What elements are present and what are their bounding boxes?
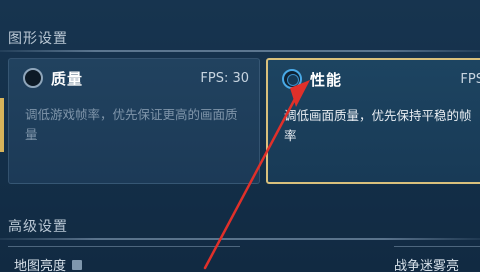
advanced-settings-title: 高级设置	[8, 219, 68, 235]
graphics-settings-title: 图形设置	[8, 31, 68, 47]
info-icon[interactable]	[72, 259, 83, 270]
fog-brightness-label: 战争迷雾亮	[394, 259, 460, 272]
map-brightness-label: 地图亮度	[14, 259, 67, 272]
left-edge-accent	[0, 98, 4, 152]
map-brightness-row[interactable]: 地图亮度	[14, 255, 83, 272]
quality-fps: FPS: 30	[200, 70, 249, 86]
quality-description: 调低游戏帧率，优先保证更高的画面质量	[25, 107, 238, 142]
radio-selected-icon[interactable]	[282, 69, 302, 89]
performance-card-header: 性能 FPS	[282, 68, 480, 90]
performance-fps: FPS	[460, 71, 480, 87]
performance-title: 性能	[310, 70, 343, 89]
graphics-settings-divider	[0, 50, 480, 52]
performance-description: 调低画面质量，优先保持平稳的帧率	[284, 108, 472, 143]
performance-option-card[interactable]: 性能 FPS 调低画面质量，优先保持平稳的帧率	[266, 58, 480, 184]
quality-title: 质量	[51, 69, 84, 88]
quality-option-card[interactable]: 质量 FPS: 30 调低游戏帧率，优先保证更高的画面质量	[8, 58, 260, 184]
quality-card-header: 质量 FPS: 30	[23, 67, 249, 89]
advanced-settings-divider	[0, 238, 480, 240]
map-brightness-divider	[8, 246, 240, 247]
radio-unselected-icon[interactable]	[23, 68, 43, 88]
fog-divider	[394, 246, 480, 247]
